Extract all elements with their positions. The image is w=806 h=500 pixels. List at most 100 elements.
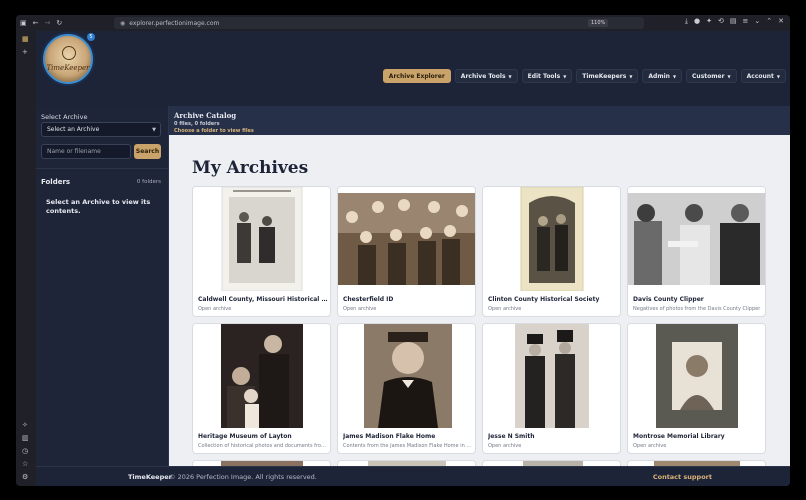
archive-card-title: Montrose Memorial Library (633, 433, 725, 440)
archive-card[interactable]: Montrose Memorial Library Open archive (627, 323, 766, 454)
menu-edit-tools[interactable]: Edit Tools ▼ (521, 69, 573, 83)
archive-card[interactable]: Davis County Clipper Negatives of photos… (627, 186, 766, 317)
catalog-counts: 0 files, 0 folders (174, 121, 220, 127)
caret-down-icon: ▼ (508, 73, 512, 79)
ai-icon[interactable]: ✧ (22, 421, 28, 429)
star-icon[interactable]: ☆ (22, 460, 28, 468)
archive-thumbnail (628, 187, 765, 291)
logo-text: TimeKeeper (46, 64, 90, 72)
new-tab-icon[interactable]: + (22, 48, 28, 56)
archive-thumbnail (193, 187, 330, 291)
contact-support-link[interactable]: Contact support (653, 473, 712, 481)
archive-card-title: Heritage Museum of Layton (198, 433, 292, 440)
back-icon[interactable]: ← (33, 19, 39, 27)
archive-card[interactable]: Chesterfield ID Open archive (337, 186, 476, 317)
site-info-icon[interactable]: ◉ (120, 20, 125, 27)
archive-card-subtitle: Open archive (198, 306, 232, 312)
archive-card-subtitle: Contents from the James Madison Flake Ho… (343, 443, 473, 449)
folders-count: 0 folders (136, 179, 161, 185)
library-icon[interactable]: ▤ (730, 18, 737, 25)
archive-card-subtitle: Open archive (633, 443, 667, 449)
chevron-down-icon: ▼ (152, 126, 156, 133)
search-input[interactable]: Name or filename (41, 144, 131, 159)
settings-icon[interactable]: ⚙ (22, 473, 28, 481)
archive-sidebar: Select Archive Select an Archive ▼ Name … (36, 106, 169, 466)
archive-card[interactable]: Clinton County Historical Society Open a… (482, 186, 621, 317)
sidebar-toggle-icon[interactable]: ▣ (20, 19, 27, 27)
menu-account[interactable]: Account ▼ (740, 69, 786, 83)
close-icon[interactable]: ✕ (778, 18, 784, 25)
main-content: My Archives Caldwell County, Missouri Hi… (169, 135, 790, 466)
download-icon[interactable]: ⤓ (685, 18, 688, 25)
timekeeper-logo[interactable]: TimeKeeper 5 (43, 33, 95, 84)
folders-title: Folders (41, 178, 71, 186)
menu-label: Admin (648, 72, 670, 80)
caret-down-icon: ▼ (563, 73, 567, 79)
main-menu: Archive Explorer Archive Tools ▼ Edit Too… (382, 69, 786, 83)
archive-thumbnail (483, 187, 620, 291)
profile-icon[interactable]: ● (694, 18, 700, 25)
menu-label: Customer (692, 72, 725, 80)
archive-thumbnail (193, 324, 330, 428)
browser-sidebar: ▦ + ✧ ▥ ◷ ☆ ⚙ (16, 31, 36, 486)
catalog-hint: Choose a folder to view files (174, 128, 254, 134)
footer-copyright: © 2026 Perfection Image. All rights rese… (169, 473, 317, 481)
caret-down-icon: ▼ (727, 73, 731, 79)
tab-icon[interactable]: ▦ (22, 35, 29, 43)
menu-admin[interactable]: Admin ▼ (642, 69, 683, 83)
archive-card-title: Davis County Clipper (633, 296, 704, 303)
menu-icon[interactable]: ≡ (743, 18, 749, 25)
bookmarks-icon[interactable]: ▥ (22, 434, 29, 442)
archive-card-subtitle: Open archive (488, 443, 522, 449)
folders-empty-message: Select an Archive to view its contents. (46, 198, 151, 215)
history-icon[interactable]: ⟲ (718, 18, 724, 25)
archive-thumbnail (483, 324, 620, 428)
clock-icon[interactable]: ◷ (22, 447, 28, 455)
menu-label: Archive Explorer (388, 72, 445, 80)
menu-label: Account (746, 72, 774, 80)
maximize-icon[interactable]: ⌃ (766, 18, 772, 25)
logo-badge: 5 (87, 33, 95, 41)
forward-icon[interactable]: → (45, 19, 51, 27)
menu-label: TimeKeepers (582, 72, 627, 80)
archive-select[interactable]: Select an Archive ▼ (41, 122, 161, 137)
archive-card-title: Jesse N Smith (488, 433, 535, 440)
menu-label: Edit Tools (527, 72, 561, 80)
archive-card[interactable]: Heritage Museum of Layton Collection of … (192, 323, 331, 454)
catalog-title: Archive Catalog (174, 111, 237, 120)
app-footer: TimeKeeper © 2026 Perfection Image. All … (36, 466, 790, 486)
minimize-icon[interactable]: ⌄ (754, 18, 760, 25)
menu-timekeepers[interactable]: TimeKeepers ▼ (576, 69, 639, 83)
archive-card[interactable]: Caldwell County, Missouri Historical Soc… (192, 186, 331, 317)
archive-card-title: Caldwell County, Missouri Historical Soc… (198, 296, 328, 303)
browser-window: ▣ ← → ↻ ◉ explorer.perfectionimage.com 1… (16, 15, 790, 486)
archive-card-title: Clinton County Historical Society (488, 296, 600, 303)
select-archive-label: Select Archive (41, 113, 88, 121)
archive-card-title: James Madison Flake Home (343, 433, 436, 440)
caret-down-icon: ▼ (776, 73, 780, 79)
menu-customer[interactable]: Customer ▼ (686, 69, 737, 83)
menu-archive-explorer[interactable]: Archive Explorer (382, 69, 451, 83)
address-bar[interactable]: ◉ explorer.perfectionimage.com (114, 17, 644, 29)
menu-archive-tools[interactable]: Archive Tools ▼ (454, 69, 518, 83)
archive-card-title: Chesterfield ID (343, 296, 394, 303)
reload-icon[interactable]: ↻ (56, 19, 62, 27)
zoom-level[interactable]: 110% (588, 19, 609, 27)
clock-logo-icon (62, 46, 76, 60)
search-button[interactable]: Search (134, 144, 161, 159)
archive-thumbnail (338, 187, 475, 291)
archive-card[interactable]: James Madison Flake Home Contents from t… (337, 323, 476, 454)
url-text: explorer.perfectionimage.com (129, 19, 220, 27)
page-title: My Archives (192, 158, 309, 178)
app-header: TimeKeeper 5 Archive Explorer Archive To… (36, 31, 790, 106)
archive-card-subtitle: Negatives of photos from the Davis Count… (633, 306, 761, 312)
browser-toolbar: ▣ ← → ↻ ◉ explorer.perfectionimage.com 1… (16, 15, 790, 31)
caret-down-icon: ▼ (629, 73, 633, 79)
archive-card[interactable]: Jesse N Smith Open archive (482, 323, 621, 454)
archive-card-subtitle: Open archive (488, 306, 522, 312)
archive-thumbnail (338, 324, 475, 428)
archive-thumbnail (628, 324, 765, 428)
archive-grid: Caldwell County, Missouri Historical Soc… (192, 186, 766, 466)
archive-card-subtitle: Open archive (343, 306, 377, 312)
extensions-icon[interactable]: ✦ (706, 18, 712, 25)
